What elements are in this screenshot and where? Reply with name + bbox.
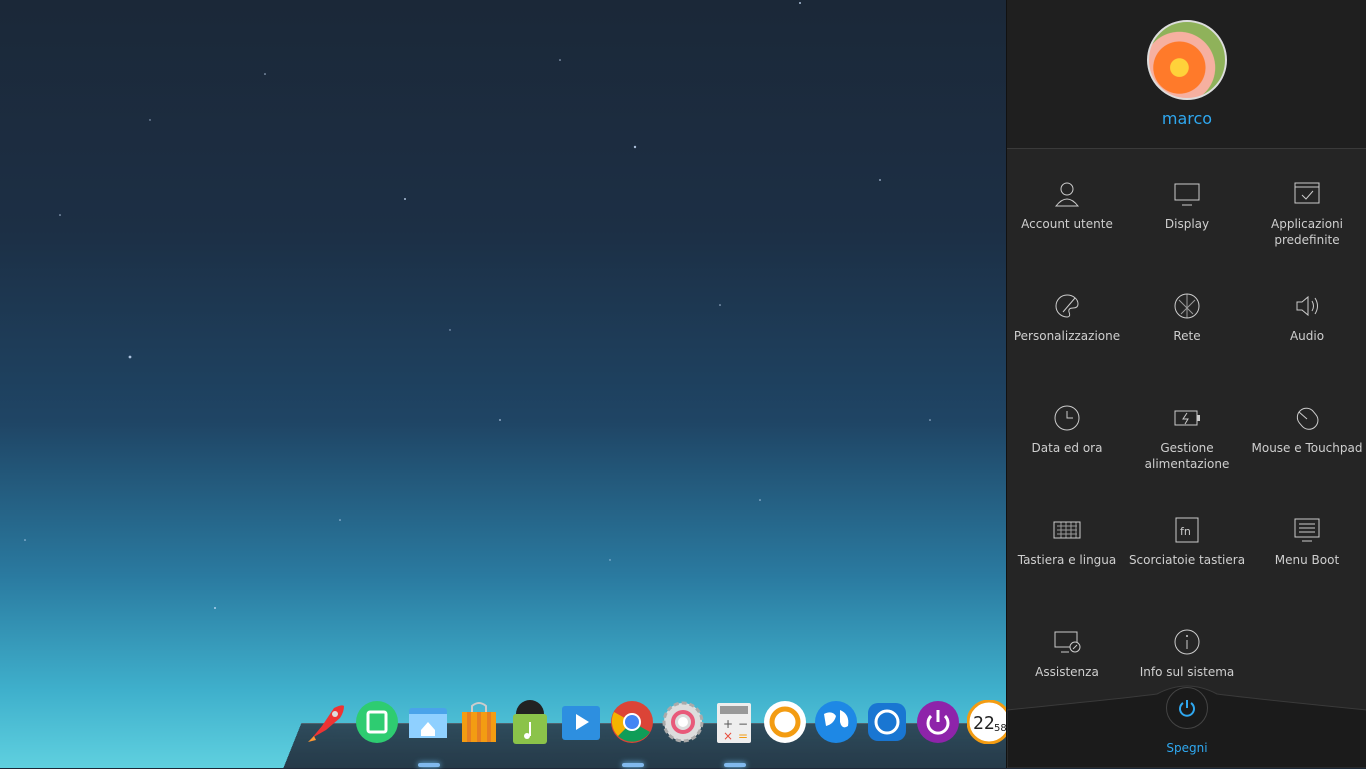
setting-network[interactable]: Rete [1127,292,1247,392]
setting-label: Display [1164,217,1210,231]
clock-hour: 22 [973,713,995,734]
clock-minute: 58 [994,723,1007,734]
setting-display[interactable]: Display [1127,180,1247,280]
user-header: marco [1007,0,1366,149]
dock: + − × = 22 58 [303,699,1012,747]
control-center: marco Account utente Display Applicazion… [1006,0,1366,768]
setting-label: Personalizzazione [1013,329,1121,343]
battery-icon [1174,410,1200,426]
shutdown-label[interactable]: Spegni [1007,741,1366,755]
svg-text:fn: fn [1180,525,1191,538]
wallpaper-stars [24,2,931,609]
setting-personalization[interactable]: Personalizzazione [1007,292,1127,392]
setting-default-apps[interactable]: Applicazioni predefinite [1247,180,1366,280]
setting-label: Applicazioni predefinite [1271,217,1343,247]
setting-label: Menu Boot [1274,553,1340,567]
monitor-icon [1174,183,1200,206]
setting-shortcuts[interactable]: fn Scorciatoie tastiera [1127,516,1247,616]
palette-icon [1055,294,1079,318]
deepin-icon[interactable] [762,699,808,745]
power-icon [1179,700,1195,717]
setting-label: Scorciatoie tastiera [1128,553,1246,567]
avatar[interactable] [1147,20,1227,100]
setting-label: Mouse e Touchpad [1251,441,1363,455]
network-tool-icon[interactable] [864,699,910,745]
running-indicator [418,763,440,767]
user-icon [1054,182,1080,207]
calculator-icon[interactable]: + − × = [711,699,757,745]
setting-label: Tastiera e lingua [1017,553,1117,567]
setting-label: Rete [1173,329,1201,343]
shutdown-button[interactable] [1166,687,1208,729]
setting-keyboard[interactable]: Tastiera e lingua [1007,516,1127,616]
setting-label: Data ed ora [1031,441,1103,455]
setting-boot-menu[interactable]: Menu Boot [1247,516,1366,616]
shop-icon[interactable] [456,699,502,745]
svg-text:×: × [723,729,733,743]
setting-label: Info sul sistema [1139,665,1235,679]
setting-mouse[interactable]: Mouse e Touchpad [1247,404,1366,504]
remote-assistance-icon [1054,631,1081,653]
setting-datetime[interactable]: Data ed ora [1007,404,1127,504]
setting-audio[interactable]: Audio [1247,292,1366,392]
default-apps-icon [1294,182,1320,204]
network-icon [1174,293,1200,319]
fn-key-icon: fn [1175,517,1199,543]
setting-label: Audio [1289,329,1325,343]
mouse-icon [1296,407,1319,430]
running-indicator [622,763,644,767]
info-icon [1174,629,1200,655]
launcher-icon[interactable] [303,699,349,745]
clock-icon [1054,405,1080,431]
setting-account[interactable]: Account utente [1007,180,1127,280]
app-store-icon[interactable] [354,699,400,745]
setting-label: Assistenza [1035,665,1099,679]
settings-icon[interactable] [660,699,706,745]
file-manager-icon[interactable] [405,699,451,745]
boot-menu-icon [1294,518,1320,542]
keyboard-icon [1053,521,1081,539]
setting-label: Account utente [1021,217,1113,231]
running-indicator [724,763,746,767]
chrome-icon[interactable] [609,699,655,745]
setting-power[interactable]: Gestione alimentazione [1127,404,1247,504]
video-icon[interactable] [558,699,604,745]
browser-globe-icon[interactable] [813,699,859,745]
svg-text:=: = [738,729,748,743]
setting-label: Gestione alimentazione [1144,441,1230,471]
music-icon[interactable] [507,699,553,745]
username[interactable]: marco [1007,109,1366,128]
shutdown-icon[interactable] [915,699,961,745]
speaker-icon [1296,295,1318,317]
